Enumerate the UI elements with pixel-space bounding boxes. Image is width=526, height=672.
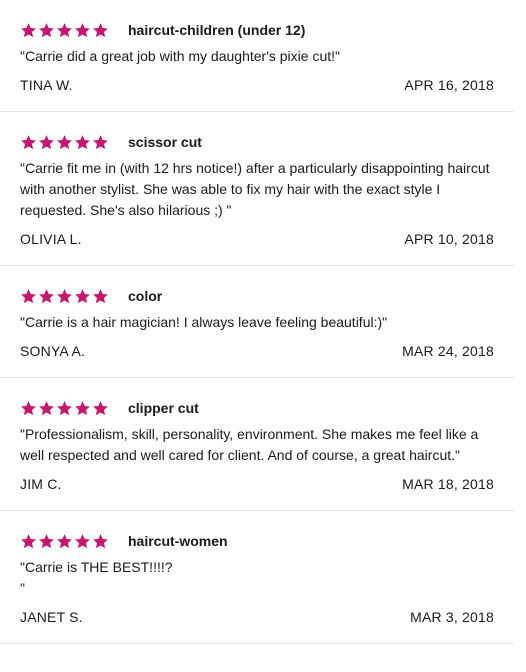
star-rating: [20, 288, 109, 305]
review-header: haircut-women: [20, 531, 494, 551]
review-meta: SONYA A. MAR 24, 2018: [20, 343, 494, 359]
star-icon: [74, 288, 91, 305]
review-service: color: [128, 288, 163, 304]
star-icon: [56, 400, 73, 417]
star-icon: [38, 400, 55, 417]
review-author: JIM C.: [20, 476, 62, 492]
star-icon: [74, 22, 91, 39]
review-item: haircut-women "Carrie is THE BEST!!!!? "…: [0, 511, 514, 644]
review-header: haircut-children (under 12): [20, 20, 494, 40]
star-rating: [20, 533, 109, 550]
review-author: JANET S.: [20, 609, 83, 625]
review-service: haircut-women: [128, 533, 228, 549]
review-header: color: [20, 286, 494, 306]
review-meta: TINA W. APR 16, 2018: [20, 77, 494, 93]
star-icon: [92, 22, 109, 39]
review-header: scissor cut: [20, 132, 494, 152]
review-date: APR 16, 2018: [404, 77, 494, 93]
review-header: clipper cut: [20, 398, 494, 418]
review-service: clipper cut: [128, 400, 199, 416]
star-icon: [92, 533, 109, 550]
star-icon: [74, 533, 91, 550]
star-rating: [20, 134, 109, 151]
review-text: "Carrie fit me in (with 12 hrs notice!) …: [20, 160, 490, 218]
star-icon: [92, 288, 109, 305]
reviews-list: haircut-children (under 12) "Carrie did …: [0, 0, 514, 644]
star-icon: [56, 134, 73, 151]
star-icon: [56, 288, 73, 305]
review-service: haircut-children (under 12): [128, 22, 306, 38]
star-icon: [56, 22, 73, 39]
review-item: scissor cut "Carrie fit me in (with 12 h…: [0, 112, 514, 266]
star-icon: [74, 134, 91, 151]
review-author: TINA W.: [20, 77, 73, 93]
review-date: MAR 3, 2018: [410, 609, 494, 625]
star-icon: [74, 400, 91, 417]
review-meta: JIM C. MAR 18, 2018: [20, 476, 494, 492]
review-item: color "Carrie is a hair magician! I alwa…: [0, 266, 514, 378]
review-item: haircut-children (under 12) "Carrie did …: [0, 0, 514, 112]
star-icon: [38, 533, 55, 550]
star-icon: [38, 134, 55, 151]
star-rating: [20, 22, 109, 39]
star-icon: [38, 22, 55, 39]
review-author: OLIVIA L.: [20, 231, 82, 247]
review-author: SONYA A.: [20, 343, 86, 359]
review-date: MAR 24, 2018: [402, 343, 494, 359]
star-icon: [92, 400, 109, 417]
star-icon: [56, 533, 73, 550]
star-icon: [20, 400, 37, 417]
review-meta: OLIVIA L. APR 10, 2018: [20, 231, 494, 247]
star-icon: [38, 288, 55, 305]
review-meta: JANET S. MAR 3, 2018: [20, 609, 494, 625]
review-item: clipper cut "Professionalism, skill, per…: [0, 378, 514, 511]
review-text: "Carrie is THE BEST!!!!? ": [20, 559, 173, 596]
review-text: "Carrie is a hair magician! I always lea…: [20, 314, 388, 330]
review-service: scissor cut: [128, 134, 202, 150]
star-rating: [20, 400, 109, 417]
review-text: "Professionalism, skill, personality, en…: [20, 426, 479, 463]
star-icon: [20, 22, 37, 39]
review-date: APR 10, 2018: [404, 231, 494, 247]
star-icon: [20, 288, 37, 305]
star-icon: [20, 134, 37, 151]
review-date: MAR 18, 2018: [402, 476, 494, 492]
review-text: "Carrie did a great job with my daughter…: [20, 48, 340, 64]
star-icon: [92, 134, 109, 151]
star-icon: [20, 533, 37, 550]
